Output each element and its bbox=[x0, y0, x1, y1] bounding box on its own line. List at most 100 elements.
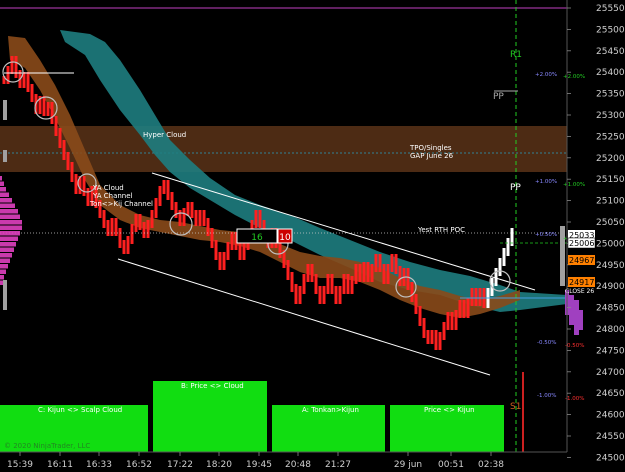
x-tick-label: 16:11 bbox=[47, 460, 73, 470]
renko-bar bbox=[498, 258, 502, 276]
renko-bar bbox=[54, 116, 58, 136]
renko-bar bbox=[62, 140, 66, 160]
renko-bar bbox=[394, 254, 398, 274]
renko-bar bbox=[122, 240, 126, 254]
renko-bar bbox=[154, 198, 158, 218]
profile-bar bbox=[0, 176, 2, 181]
renko-bar bbox=[50, 102, 54, 124]
price-tag-current: 25006 bbox=[569, 239, 594, 248]
x-tick-label: 18:20 bbox=[206, 460, 232, 470]
renko-bar bbox=[434, 330, 438, 350]
x-tick-label: 19:45 bbox=[246, 460, 272, 470]
renko-bar bbox=[110, 218, 114, 236]
renko-bar bbox=[210, 228, 214, 248]
profile-bar bbox=[0, 203, 15, 208]
renko-bar bbox=[150, 210, 154, 228]
renko-bar bbox=[170, 192, 174, 210]
y-tick-label: 24900 bbox=[596, 282, 625, 292]
tpo-label-2: GAP June 26 bbox=[410, 152, 454, 160]
profile-bar bbox=[0, 181, 4, 186]
renko-bar bbox=[14, 56, 18, 78]
renko-bar bbox=[254, 210, 258, 228]
renko-bar bbox=[134, 214, 138, 232]
renko-bar bbox=[290, 272, 294, 292]
renko-bar bbox=[294, 284, 298, 304]
y-tick-label: 24650 bbox=[596, 389, 625, 399]
y-tick-label: 25250 bbox=[596, 132, 625, 142]
renko-bar bbox=[222, 252, 226, 270]
renko-bar bbox=[406, 268, 410, 290]
panel-1-label: C: Kijun <> Scalp Cloud bbox=[38, 406, 122, 414]
y-tick-label: 24550 bbox=[596, 432, 625, 442]
svg-text:-0.50%: -0.50% bbox=[565, 343, 584, 349]
svg-text:-1.00%: -1.00% bbox=[537, 393, 556, 399]
copyright: © 2020 NinjaTrader, LLC bbox=[4, 442, 90, 450]
chart-canvas[interactable]: 16 10 Hyper Cloud TPO/Singles GAP June 2… bbox=[0, 0, 625, 472]
renko-bar bbox=[346, 274, 350, 294]
profile-bar bbox=[0, 269, 6, 274]
profile-bar bbox=[0, 231, 20, 236]
renko-bar bbox=[342, 274, 346, 294]
renko-bar bbox=[286, 260, 290, 280]
renko-bar bbox=[414, 294, 418, 314]
y-tick-label: 24850 bbox=[596, 304, 625, 314]
renko-bar bbox=[386, 264, 390, 284]
renko-bar bbox=[206, 218, 210, 236]
pp-label-1: PP bbox=[493, 92, 504, 102]
profile-bar bbox=[0, 220, 22, 225]
renko-bar bbox=[174, 202, 178, 218]
renko-bar bbox=[66, 152, 70, 170]
s1-label: S1 bbox=[510, 402, 521, 412]
profile-bar bbox=[0, 275, 4, 280]
y-tick-label: 25500 bbox=[596, 25, 625, 35]
y-tick-label: 24750 bbox=[596, 346, 625, 356]
y-tick-label: 24500 bbox=[596, 453, 625, 463]
renko-bar bbox=[506, 238, 510, 256]
profile-bar bbox=[0, 242, 16, 247]
renko-bar bbox=[390, 254, 394, 272]
renko-bar bbox=[398, 266, 402, 286]
gray-bar bbox=[3, 150, 7, 162]
renko-bar bbox=[454, 310, 458, 330]
renko-bar bbox=[146, 220, 150, 238]
svg-text:+1.00%: +1.00% bbox=[563, 182, 585, 188]
x-tick-label: 15:39 bbox=[7, 460, 33, 470]
renko-bar bbox=[458, 300, 462, 318]
renko-bar bbox=[194, 210, 198, 226]
renko-bar bbox=[158, 186, 162, 206]
renko-bar bbox=[10, 56, 14, 74]
renko-bar bbox=[474, 288, 478, 306]
renko-bar bbox=[74, 174, 78, 194]
renko-bar bbox=[450, 312, 454, 330]
renko-bar bbox=[118, 228, 122, 248]
renko-bar bbox=[142, 222, 146, 238]
renko-bar bbox=[162, 180, 166, 194]
count-right-label: 10 bbox=[279, 233, 291, 243]
svg-text:+2.00%: +2.00% bbox=[535, 72, 557, 78]
profile-bar bbox=[0, 236, 18, 241]
renko-bar bbox=[218, 252, 222, 270]
x-tick-label: 00:51 bbox=[438, 460, 464, 470]
renko-bar bbox=[178, 210, 182, 226]
svg-text:+1.00%: +1.00% bbox=[535, 179, 557, 185]
y-tick-label: 24600 bbox=[596, 411, 625, 421]
renko-bar bbox=[42, 96, 46, 116]
renko-bar bbox=[462, 300, 466, 318]
profile-bar bbox=[0, 214, 20, 219]
renko-bar bbox=[186, 202, 190, 216]
renko-bar bbox=[322, 286, 326, 304]
renko-bar bbox=[478, 288, 482, 306]
profile-bar bbox=[0, 192, 9, 197]
profile-bar bbox=[0, 198, 12, 203]
panel-3-label: A: Tonkan>Kijun bbox=[302, 406, 359, 414]
renko-bar bbox=[314, 274, 318, 294]
x-tick-label: 16:33 bbox=[86, 460, 112, 470]
y-tick-label: 24950 bbox=[596, 261, 625, 271]
renko-bar bbox=[358, 264, 362, 282]
renko-bar bbox=[302, 274, 306, 294]
renko-bar bbox=[202, 210, 206, 226]
renko-bar bbox=[130, 224, 134, 244]
y-tick-label: 25200 bbox=[596, 154, 625, 164]
renko-bar bbox=[354, 264, 358, 284]
x-tick-label: 29 jun bbox=[394, 460, 422, 470]
